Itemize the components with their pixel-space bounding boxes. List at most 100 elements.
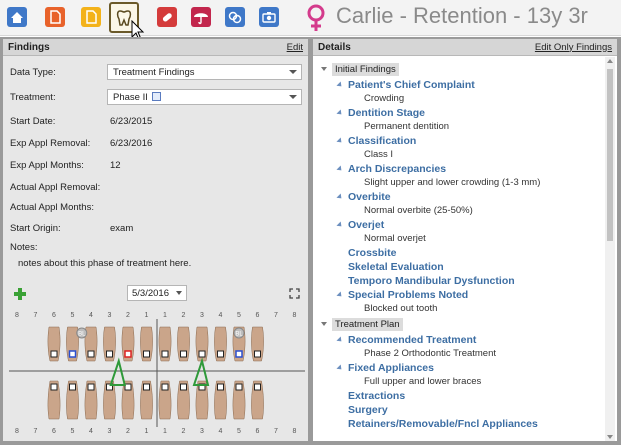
tooth-number-bottom: 5 [237,428,241,435]
tree-category[interactable]: Arch Discrepancies [348,163,446,175]
scroll-thumb[interactable] [607,69,613,241]
tree-category[interactable]: Fixed Appliances [348,362,434,374]
findings-edit-link[interactable]: Edit [287,42,303,53]
upper-bracket [87,350,95,358]
expand-arrow-icon[interactable] [336,221,344,229]
lower-bracket [87,383,95,391]
tree-category[interactable]: Crossbite [348,247,396,259]
pills-button[interactable] [153,3,181,31]
upper-bracket-red [124,350,132,358]
expand-arrow-icon[interactable] [336,81,344,89]
lower-bracket [143,383,150,391]
chevron-down-icon [289,95,297,99]
exp-appl-months-value: 12 [110,160,121,171]
details-title: Details [318,41,351,53]
tree-category[interactable]: Overbite [348,191,391,203]
tree-value: Blocked out tooth [364,303,438,314]
tree-category[interactable]: Special Problems Noted [348,289,468,301]
dental-chart[interactable]: 8 7 6 5 4 3 2 1 1 2 3 4 5 6 7 8 8 7 6 5 4 3 2 1 1 2 3 4 5 6 7 8 BL BL [9,309,305,437]
expand-arrow-icon[interactable] [336,165,344,173]
tooth-number-top: 3 [200,312,204,319]
tooth-number-bottom: 3 [108,428,112,435]
tree-category[interactable]: Skeletal Evaluation [348,261,444,273]
tooth-number-bottom: 3 [200,428,204,435]
document-icon [45,7,65,27]
tree-category[interactable]: Dentition Stage [348,107,425,119]
upper-bracket-blue [68,350,77,358]
tooth-number-top: 6 [52,312,56,319]
start-date-label: Start Date: [10,116,56,127]
chart-date-select[interactable]: 5/3/2016 [127,285,187,301]
link-icon [225,7,245,27]
lower-bracket [180,383,187,391]
upper-bracket-blue [235,350,243,358]
details-panel: Details Edit Only Findings Initial Findi… [313,39,617,441]
treatment-select[interactable]: Phase II [107,89,302,105]
tooth-number-top: 2 [182,312,186,319]
tooth-number-bottom: 7 [274,428,278,435]
treatment-label: Treatment: [10,92,56,103]
tree-category[interactable]: Overjet [348,219,384,231]
tooth-number-bottom: 6 [256,428,260,435]
edit-only-findings-link[interactable]: Edit Only Findings [535,42,612,53]
lower-bracket [254,383,261,391]
tooth-number-top: 5 [237,312,241,319]
scroll-up-icon[interactable] [607,59,613,63]
expand-arrow-icon[interactable] [336,137,344,145]
expand-arrow-icon[interactable] [336,364,344,372]
upper-bracket [217,350,224,358]
upper-bracket [180,350,187,358]
expand-arrow-icon[interactable] [336,291,344,299]
data-type-select[interactable]: Treatment Findings [107,64,302,80]
home-button[interactable] [3,3,31,31]
toolbar: Carlie - Retention - 13y 3r [0,0,621,41]
tree-category[interactable]: Classification [348,135,416,147]
expand-icon[interactable] [289,288,300,299]
add-icon[interactable] [13,287,27,301]
tree-category[interactable]: Retainers/Removable/Fncl Appliances [348,418,538,430]
tree-value: Slight upper and lower crowding (1-3 mm) [364,177,541,188]
camera-button[interactable] [255,3,283,31]
data-type-value: Treatment Findings [113,67,195,78]
lower-bracket [69,383,76,391]
collapse-arrow-icon[interactable] [321,67,327,71]
tooth-number-top: 1 [163,312,167,319]
link-button[interactable] [221,3,249,31]
tree-section[interactable]: Initial Findings [332,63,399,76]
tree-category[interactable]: Surgery [348,404,388,416]
tree-category[interactable]: Recommended Treatment [348,334,476,346]
tooth-number-bottom: 7 [34,428,38,435]
start-date-value: 6/23/2015 [110,116,153,127]
tree-value: Permanent dentition [364,121,450,132]
tooth-number-bottom: 4 [219,428,223,435]
exp-appl-months-label: Exp Appl Months: [10,160,84,171]
tree-category[interactable]: Patient's Chief Complaint [348,79,475,91]
upper-bracket [106,350,113,358]
tree-value: Phase 2 Orthodontic Treatment [364,348,497,359]
tree-value: Crowding [364,93,405,104]
tree-category[interactable]: Extractions [348,390,405,402]
expand-arrow-icon[interactable] [336,193,344,201]
tooth-number-top: 5 [71,312,75,319]
female-icon [307,4,325,31]
tree-section[interactable]: Treatment Plan [332,318,403,331]
treatment-value: Phase II [113,92,148,103]
tooth-number-bottom: 5 [71,428,75,435]
collapse-arrow-icon[interactable] [321,322,327,326]
expand-arrow-icon[interactable] [336,109,344,117]
lower-bracket [124,383,132,391]
scroll-down-icon[interactable] [607,435,613,439]
umbrella-button[interactable] [187,3,215,31]
tooth-number-top: 4 [89,312,93,319]
upper-bracket [161,350,169,358]
tooth-number-top: 2 [126,312,130,319]
expand-arrow-icon[interactable] [336,336,344,344]
camera-icon [259,7,279,27]
chevron-down-icon [176,291,182,295]
tree-category[interactable]: Temporo Mandibular Dysfunction [348,275,515,287]
pills-icon [157,7,177,27]
bl-badge-label: BL [78,332,86,338]
folder-button[interactable] [77,3,105,31]
document-button[interactable] [41,3,69,31]
details-scrollbar[interactable] [605,57,615,441]
